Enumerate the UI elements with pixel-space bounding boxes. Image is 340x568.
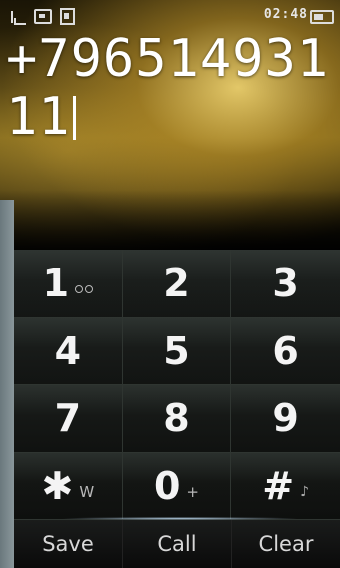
status-time: 02:48 [263, 7, 308, 22]
dialed-number: +79651493111 [6, 29, 330, 147]
save-button[interactable]: Save [14, 520, 123, 568]
key-6[interactable]: 6 [231, 317, 340, 385]
key-label: 0 [153, 463, 181, 508]
key-label: 7 [54, 396, 82, 441]
key-sublabel: W [79, 482, 95, 501]
bezel-edge [0, 200, 14, 568]
key-label: 3 [272, 261, 299, 306]
memory-card-icon [34, 9, 52, 24]
key-label: 2 [163, 261, 190, 306]
key-label: 4 [54, 328, 82, 373]
key-label: 1 [42, 261, 70, 306]
key-9[interactable]: 9 [231, 385, 340, 453]
key-7[interactable]: 7 [14, 385, 123, 453]
key-label: ✱ [41, 463, 74, 508]
clear-button[interactable]: Clear [232, 520, 340, 568]
status-bar: 02:48 [10, 6, 336, 28]
dial-keypad: 1 2 3 4 5 6 7 8 9 ✱ W 0 + # ♪ [14, 250, 340, 520]
key-star[interactable]: ✱ W [14, 452, 123, 520]
key-1[interactable]: 1 [14, 250, 123, 318]
voicemail-icon [75, 284, 94, 294]
call-button[interactable]: Call [123, 520, 232, 568]
key-2[interactable]: 2 [122, 250, 232, 318]
key-8[interactable]: 8 [122, 385, 232, 453]
key-sublabel: + [186, 482, 199, 501]
key-4[interactable]: 4 [14, 317, 123, 385]
key-hash[interactable]: # ♪ [231, 452, 340, 520]
key-label: 5 [163, 328, 190, 373]
key-label: 8 [163, 396, 190, 441]
status-icons [10, 8, 75, 25]
key-label: 9 [272, 396, 299, 441]
key-label: # [262, 463, 295, 508]
key-label: 6 [272, 328, 299, 373]
mute-icon: ♪ [300, 483, 310, 500]
soft-keys: Save Call Clear [14, 520, 340, 568]
signal-icon [10, 10, 26, 25]
sim-icon [60, 8, 75, 25]
key-5[interactable]: 5 [122, 317, 232, 385]
dialer-screen: 02:48 +79651493111 1 2 3 4 5 6 7 8 9 ✱ W… [0, 0, 340, 568]
key-3[interactable]: 3 [231, 250, 340, 318]
key-0[interactable]: 0 + [122, 452, 232, 520]
dialed-number-field[interactable]: +79651493111 [6, 30, 336, 146]
text-cursor [72, 96, 76, 140]
battery-icon [310, 10, 334, 24]
